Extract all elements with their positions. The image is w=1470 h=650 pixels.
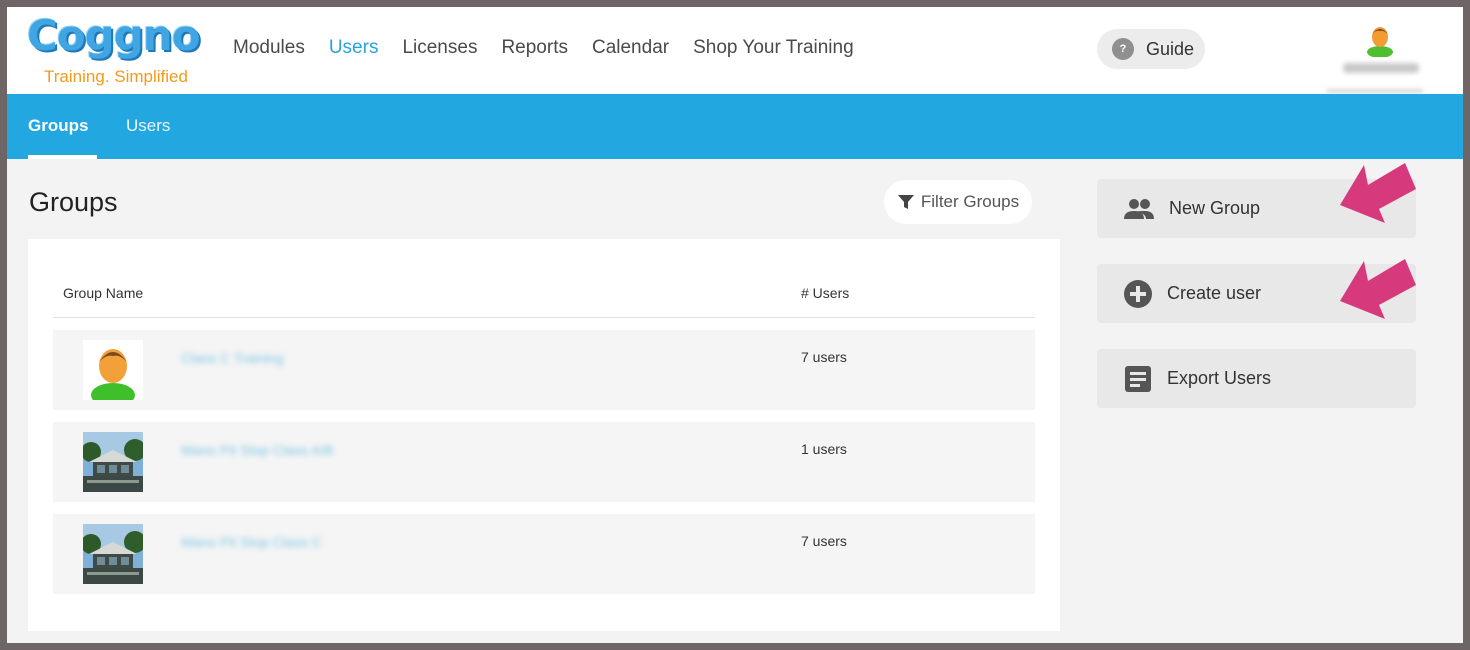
guide-label: Guide (1146, 38, 1195, 59)
export-users-button[interactable]: Export Users (1097, 349, 1416, 408)
group-thumbnail (83, 524, 143, 584)
user-avatar-icon (83, 340, 143, 400)
export-users-label: Export Users (1167, 368, 1272, 388)
group-thumbnail (83, 340, 143, 400)
group-name-redacted: Mano Pit Stop Class C (181, 534, 322, 550)
sub-nav: Groups Users (7, 94, 1463, 159)
tab-users[interactable]: Users (126, 116, 170, 136)
profile-divider (1327, 89, 1423, 93)
group-thumbnail (83, 432, 143, 492)
new-group-label: New Group (1169, 198, 1261, 218)
nav-shop-your-training[interactable]: Shop Your Training (693, 37, 854, 59)
table-row[interactable]: Mano Pit Stop Class A/B 1 users (53, 422, 1035, 502)
tab-groups[interactable]: Groups (28, 116, 88, 136)
nav-users[interactable]: Users (329, 37, 379, 59)
create-user-label: Create user (1167, 283, 1262, 303)
nav-licenses[interactable]: Licenses (402, 37, 477, 59)
filter-groups-label: Filter Groups (920, 192, 1020, 211)
nav-modules[interactable]: Modules (233, 37, 305, 59)
column-header-users: # Users (801, 285, 850, 301)
people-icon (1124, 198, 1154, 219)
nav-reports[interactable]: Reports (501, 37, 568, 59)
group-user-count: 1 users (801, 441, 847, 457)
top-header: Coggno Training. Simplified Modules User… (7, 7, 1463, 94)
annotation-arrow-icon (1340, 259, 1416, 319)
main-nav: Modules Users Licenses Reports Calendar … (233, 37, 854, 59)
nav-calendar[interactable]: Calendar (592, 37, 669, 59)
building-photo (83, 524, 143, 584)
group-user-count: 7 users (801, 533, 847, 549)
profile-menu[interactable] (1327, 23, 1427, 93)
logo-tagline: Training. Simplified (44, 67, 188, 86)
app-window: Coggno Training. Simplified Modules User… (7, 7, 1463, 643)
table-header-divider (53, 317, 1035, 318)
guide-button[interactable]: ? Guide (1097, 29, 1205, 69)
active-tab-indicator (28, 155, 97, 159)
document-icon (1125, 365, 1151, 392)
group-name-redacted: Class C Training (181, 350, 284, 366)
annotation-arrow-icon (1340, 163, 1416, 223)
table-row[interactable]: Class C Training 7 users (53, 330, 1035, 410)
page-title: Groups (29, 187, 118, 217)
logo-wordmark: Coggno (27, 11, 201, 60)
coggno-logo[interactable]: Coggno Training. Simplified (27, 11, 207, 91)
column-header-group-name: Group Name (63, 285, 144, 301)
table-row[interactable]: Mano Pit Stop Class C 7 users (53, 514, 1035, 594)
group-name-redacted: Mano Pit Stop Class A/B (181, 442, 334, 458)
help-icon: ? (1112, 38, 1134, 60)
plus-circle-icon (1124, 279, 1152, 308)
profile-name-redacted (1343, 63, 1419, 73)
user-avatar-icon (1367, 27, 1393, 57)
building-photo (83, 432, 143, 492)
filter-groups-button[interactable]: Filter Groups (884, 180, 1032, 224)
filter-icon (897, 195, 914, 209)
group-user-count: 7 users (801, 349, 847, 365)
